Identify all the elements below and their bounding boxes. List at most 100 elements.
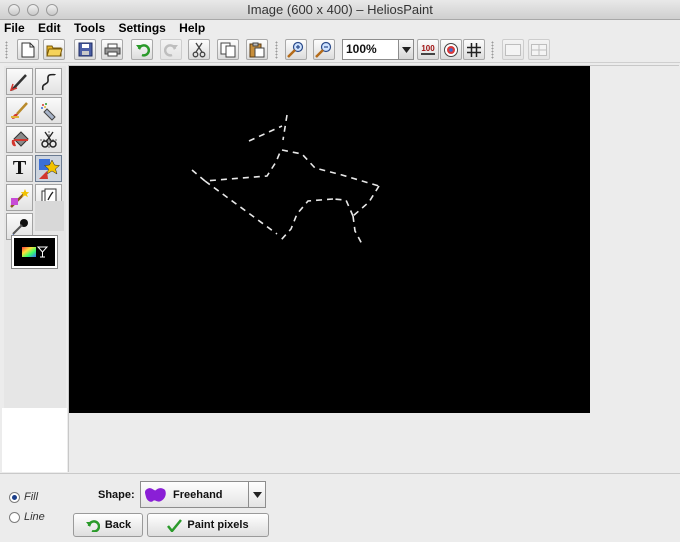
shape-value: Freehand — [173, 488, 223, 501]
back-arrow-icon — [85, 519, 100, 532]
toolbar-grip[interactable] — [5, 41, 8, 59]
radio-selected-icon[interactable] — [9, 491, 20, 503]
grid-button[interactable] — [463, 39, 485, 60]
new-file-button[interactable] — [17, 39, 39, 60]
pencil-icon — [9, 73, 27, 91]
image-canvas[interactable] — [69, 66, 590, 413]
curve-icon — [41, 73, 56, 90]
zoom-in-icon — [287, 41, 304, 58]
undo-icon — [135, 44, 150, 57]
chevron-down-icon[interactable] — [248, 482, 265, 507]
freehand-stroke — [282, 114, 288, 141]
zoom-window-icon[interactable] — [46, 4, 58, 16]
save-icon — [78, 42, 92, 57]
checkmark-icon — [167, 518, 183, 532]
window-title: Image (600 x 400) – HeliosPaint — [247, 2, 433, 17]
cut-icon — [192, 42, 206, 57]
paste-button[interactable] — [246, 39, 268, 60]
fill-radio-label: Fill — [24, 491, 39, 503]
actual-size-button[interactable]: 100 — [417, 39, 439, 60]
canvas-scroll-area[interactable] — [68, 65, 679, 472]
freehand-shape-icon — [145, 487, 166, 502]
tool-options-panel: Fill Line Shape: Freehand Back Paint pix… — [0, 473, 680, 542]
paint-pixels-button[interactable]: Paint pixels — [147, 513, 269, 537]
redo-button[interactable] — [160, 39, 182, 60]
shapes-tool[interactable] — [35, 155, 62, 182]
menu-file[interactable]: File — [0, 20, 30, 36]
menu-settings[interactable]: Settings — [113, 20, 170, 36]
selection-cut-tool[interactable] — [35, 126, 62, 153]
close-window-icon[interactable] — [8, 4, 20, 16]
curve-tool[interactable] — [35, 68, 62, 95]
pencil-tool[interactable] — [6, 68, 33, 95]
freehand-stroke — [280, 198, 334, 241]
freehand-stroke — [248, 125, 283, 142]
toolbar-grip[interactable] — [275, 41, 278, 59]
cut-button[interactable] — [188, 39, 210, 60]
shape-select[interactable]: Freehand — [140, 481, 266, 508]
color-well-icon — [22, 246, 49, 258]
minimize-window-icon[interactable] — [27, 4, 39, 16]
tool-palette: T — [4, 66, 66, 408]
center-button[interactable] — [440, 39, 462, 60]
effects-tool[interactable] — [6, 184, 33, 211]
paint-brush-icon — [10, 101, 28, 119]
toolbar-grip[interactable] — [491, 41, 494, 59]
brush-tool[interactable] — [6, 97, 33, 124]
fill-tool[interactable] — [6, 126, 33, 153]
fill-bucket-icon — [11, 130, 29, 147]
print-icon — [104, 43, 120, 56]
menu-bar: File Edit Tools Settings Help — [0, 20, 680, 36]
spray-tool[interactable] — [35, 97, 62, 124]
palette-preview-area — [2, 408, 67, 472]
freehand-dashed-shape — [191, 114, 380, 245]
view-split-button[interactable] — [528, 39, 550, 60]
zoom-out-button[interactable] — [313, 39, 335, 60]
menu-help[interactable]: Help — [174, 20, 210, 36]
text-tool-icon: T — [12, 157, 27, 179]
fill-radio[interactable]: Fill — [9, 491, 38, 503]
zoom-in-button[interactable] — [285, 39, 307, 60]
new-file-icon — [21, 42, 35, 57]
paste-icon — [249, 42, 265, 57]
toolbar: 100% 100 — [0, 37, 680, 63]
radio-unselected-icon[interactable] — [9, 511, 20, 523]
open-button[interactable] — [43, 39, 65, 60]
center-target-icon — [444, 42, 458, 57]
chevron-down-icon[interactable] — [398, 40, 413, 59]
freehand-stroke — [204, 180, 278, 235]
menu-tools[interactable]: Tools — [69, 20, 110, 36]
zoom-value: 100% — [346, 42, 377, 56]
magic-effects-icon — [9, 188, 29, 208]
undo-button[interactable] — [131, 39, 153, 60]
menu-edit[interactable]: Edit — [33, 20, 66, 36]
redo-icon — [163, 44, 178, 57]
view-single-button[interactable] — [502, 39, 524, 60]
shapes-icon — [38, 158, 60, 179]
actual-size-icon: 100 — [421, 43, 435, 55]
zoom-select[interactable]: 100% — [342, 39, 414, 60]
copy-icon — [220, 42, 236, 57]
color-swatch[interactable] — [11, 235, 58, 269]
eyedropper-icon — [11, 218, 28, 236]
line-radio-label: Line — [24, 511, 45, 523]
zoom-out-icon — [315, 41, 332, 58]
scissors-icon — [39, 130, 58, 149]
title-bar: Image (600 x 400) – HeliosPaint — [0, 0, 680, 20]
back-button-label: Back — [104, 519, 132, 531]
open-folder-icon — [45, 45, 63, 56]
paint-pixels-label: Paint pixels — [187, 519, 249, 531]
spray-can-icon — [40, 102, 56, 121]
freehand-stroke — [352, 185, 380, 217]
freehand-stroke — [332, 198, 354, 217]
save-button[interactable] — [74, 39, 96, 60]
split-view-icon — [531, 43, 547, 56]
freehand-stroke — [352, 215, 363, 245]
text-tool[interactable]: T — [6, 155, 33, 182]
print-button[interactable] — [101, 39, 123, 60]
freehand-stroke — [281, 149, 380, 187]
back-button[interactable]: Back — [73, 513, 143, 537]
copy-button[interactable] — [217, 39, 239, 60]
freehand-stroke — [191, 149, 282, 182]
line-radio[interactable]: Line — [9, 511, 45, 523]
